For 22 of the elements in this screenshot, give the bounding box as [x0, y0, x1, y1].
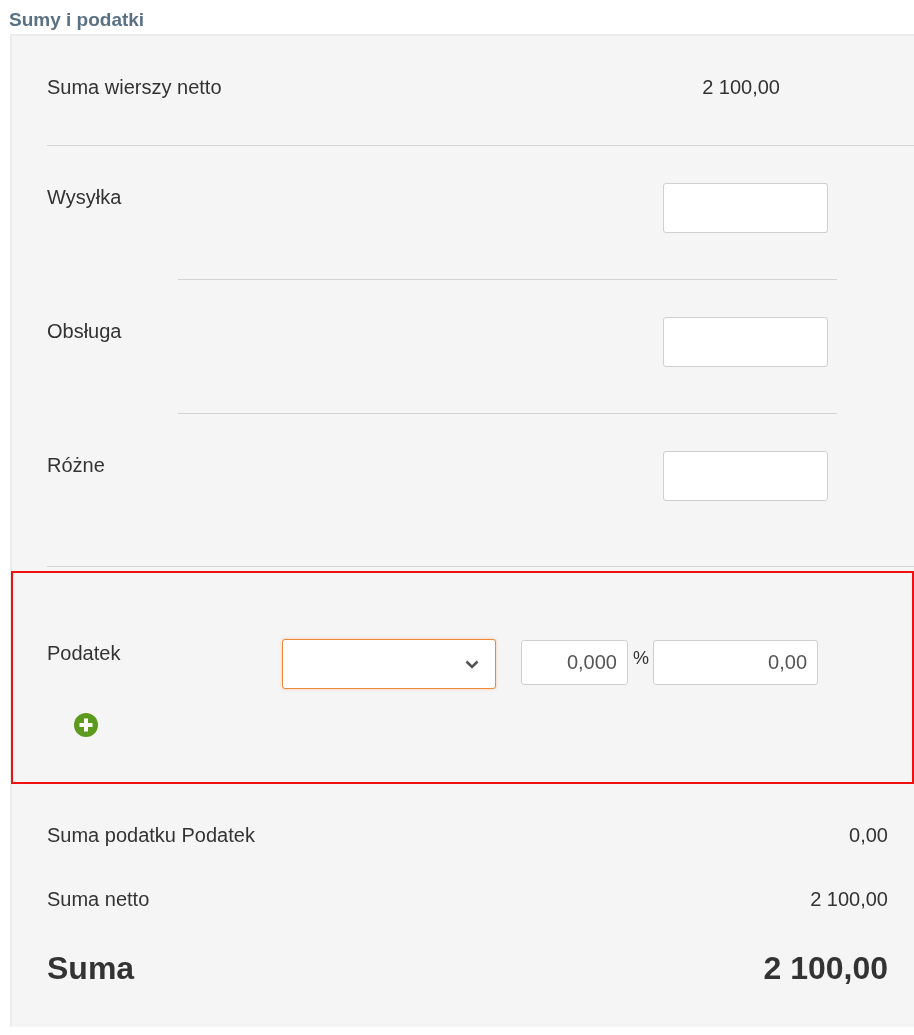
- summary-label: Suma podatku Podatek: [47, 823, 255, 848]
- row-label: Suma wierszy netto: [47, 75, 222, 100]
- summary-value: 2 100,00: [810, 887, 888, 912]
- total-value: 2 100,00: [763, 949, 888, 988]
- amount-field[interactable]: 0,00: [653, 640, 818, 685]
- percent-sign: %: [633, 647, 649, 669]
- input-field[interactable]: [663, 451, 828, 501]
- input-field[interactable]: [663, 317, 828, 367]
- input-field[interactable]: [663, 183, 828, 233]
- total-label: Suma: [47, 949, 135, 988]
- row-value: 2 100,00: [702, 75, 780, 100]
- rate-field[interactable]: 0,000: [521, 640, 628, 685]
- field-label: Obsługa: [47, 319, 122, 344]
- section-title: Sumy i podatki: [8, 8, 145, 32]
- tax-dropdown[interactable]: [282, 639, 496, 689]
- summary-label: Suma netto: [47, 887, 150, 912]
- chevron-down-icon: [465, 659, 479, 669]
- add-icon[interactable]: [74, 713, 98, 737]
- field-label: Różne: [47, 453, 105, 478]
- field-label: Podatek: [47, 641, 122, 666]
- summary-value: 0,00: [849, 823, 888, 848]
- field-label: Wysyłka: [47, 185, 122, 210]
